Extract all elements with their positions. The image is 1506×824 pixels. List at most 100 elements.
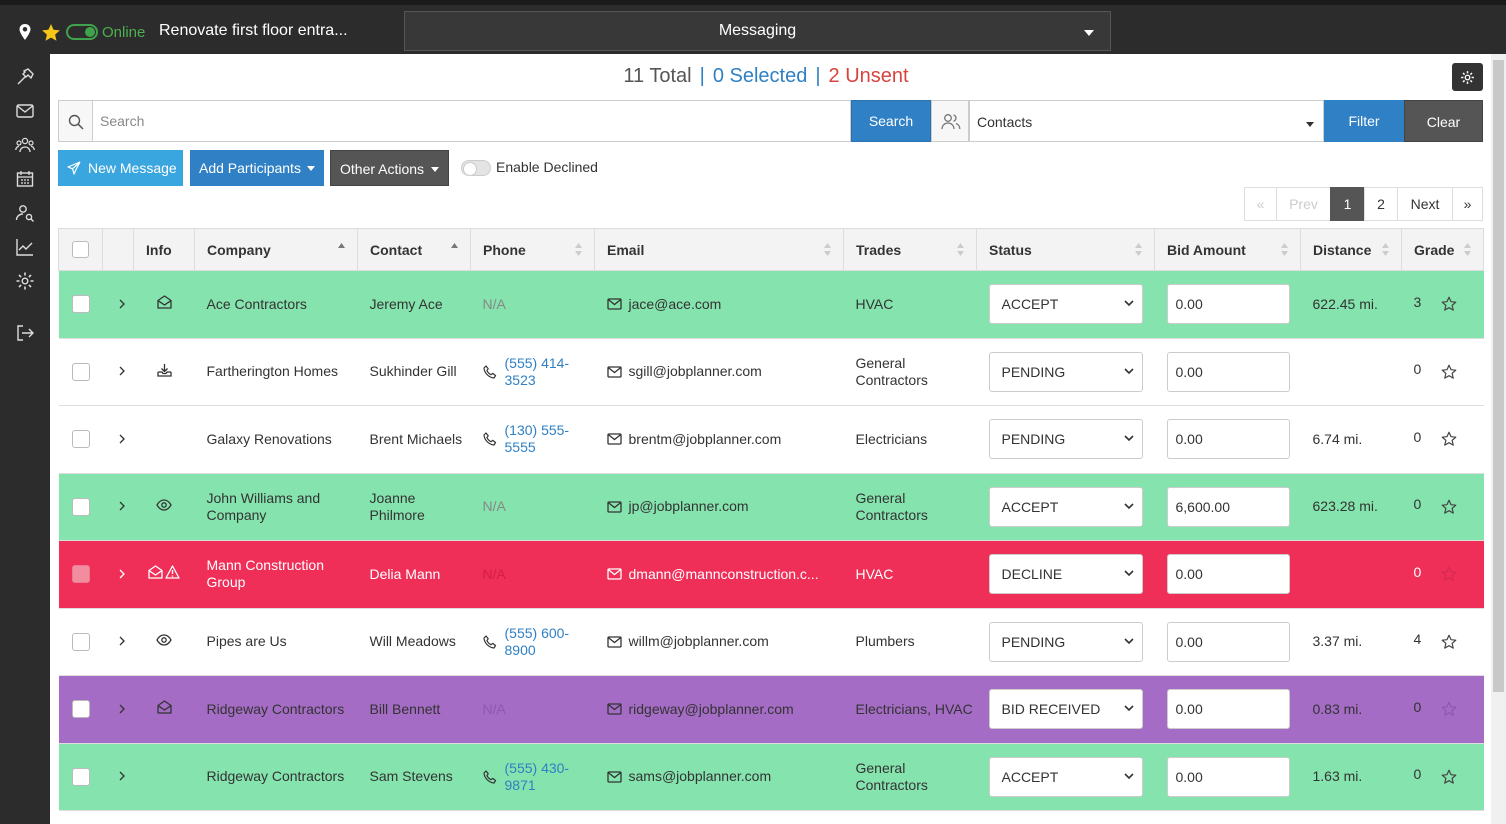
filter-button[interactable]: Filter (1324, 100, 1404, 142)
online-toggle[interactable] (66, 24, 98, 40)
status-select[interactable]: ACCEPT (988, 284, 1143, 325)
map-pin-icon[interactable] (18, 24, 32, 40)
phone-link[interactable]: (555) 414-3523 (482, 355, 595, 389)
star-icon[interactable] (1441, 634, 1457, 650)
status-select[interactable]: BID RECEIVED (988, 689, 1143, 730)
expand-row-button[interactable] (102, 338, 134, 406)
header-phone[interactable]: Phone (470, 228, 595, 271)
status-select[interactable]: PENDING (988, 351, 1143, 392)
clear-button[interactable]: Clear (1404, 100, 1483, 142)
star-icon[interactable] (1441, 499, 1457, 515)
first-page-button[interactable]: « (1244, 187, 1277, 221)
header-trades[interactable]: Trades (843, 228, 977, 271)
bid-amount-input[interactable]: 0.00 (1166, 419, 1290, 460)
email-link[interactable]: sams@jobplanner.com (606, 768, 844, 785)
page-2-button[interactable]: 2 (1364, 187, 1398, 221)
header-status[interactable]: Status (976, 228, 1155, 271)
select-all-checkbox[interactable] (72, 241, 89, 259)
project-title[interactable]: Renovate first floor entra... (159, 22, 348, 40)
bid-amount-input[interactable]: 0.00 (1166, 554, 1290, 595)
expand-row-button[interactable] (102, 675, 134, 744)
bid-amount-input[interactable]: 0.00 (1166, 351, 1290, 392)
row-checkbox[interactable] (71, 295, 90, 314)
last-page-button[interactable]: » (1452, 187, 1483, 221)
header-email[interactable]: Email (594, 228, 844, 271)
hammer-icon[interactable] (15, 67, 35, 87)
row-checkbox[interactable] (71, 430, 90, 449)
status-select[interactable]: PENDING (988, 419, 1143, 460)
expand-row-button[interactable] (102, 540, 134, 609)
email-link[interactable]: ridgeway@jobplanner.com (606, 701, 844, 718)
enable-declined-toggle[interactable] (461, 160, 491, 176)
header-company[interactable]: Company (194, 228, 358, 271)
email-link[interactable]: sgill@jobplanner.com (606, 363, 844, 380)
phone-link[interactable]: (130) 555-5555 (482, 422, 595, 456)
bid-amount-input[interactable]: 6,600.00 (1166, 486, 1290, 527)
star-icon[interactable] (1441, 566, 1457, 582)
add-participants-button[interactable]: Add Participants (190, 150, 324, 186)
status-select[interactable]: PENDING (988, 621, 1143, 662)
expand-row-button[interactable] (102, 473, 134, 541)
status-select[interactable]: DECLINE (988, 554, 1143, 595)
status-select[interactable]: ACCEPT (988, 756, 1143, 797)
row-checkbox[interactable] (71, 700, 90, 719)
calendar-icon[interactable] (15, 169, 35, 189)
row-checkbox[interactable] (71, 565, 90, 584)
bid-amount-input[interactable]: 0.00 (1166, 621, 1290, 662)
scrollbar-thumb[interactable] (1493, 60, 1504, 692)
expand-row-button[interactable] (102, 405, 134, 474)
expand-row-button[interactable] (102, 270, 134, 339)
favorite-star-icon[interactable] (41, 23, 61, 43)
table-row[interactable]: Galaxy Renovations Brent Michaels (130) 55… (58, 405, 1484, 474)
gear-icon[interactable] (15, 271, 35, 291)
email-link[interactable]: willm@jobplanner.com (606, 633, 844, 650)
header-grade[interactable]: Grade (1401, 228, 1484, 271)
user-search-icon[interactable] (15, 203, 35, 223)
next-page-button[interactable]: Next (1397, 187, 1453, 221)
table-row[interactable]: Pipes are Us Will Meadows (555) 600-8900 wi… (58, 608, 1484, 676)
filter-select[interactable]: Contacts (969, 100, 1324, 142)
new-message-button[interactable]: New Message (58, 150, 183, 186)
module-dropdown[interactable]: Messaging (404, 11, 1111, 51)
envelope-icon[interactable] (15, 101, 35, 121)
status-select[interactable]: ACCEPT (988, 486, 1143, 527)
page-1-button[interactable]: 1 (1330, 187, 1365, 221)
header-distance[interactable]: Distance (1300, 228, 1402, 271)
settings-button[interactable] (1452, 63, 1483, 91)
table-row[interactable]: Mann Construction Group Delia Mann N/A dman… (58, 540, 1484, 609)
prev-page-button[interactable]: Prev (1276, 187, 1331, 221)
header-contact[interactable]: Contact (357, 228, 471, 271)
table-row[interactable]: Ridgeway Contractors Sam Stevens (555) 430… (58, 743, 1484, 811)
star-icon[interactable] (1441, 701, 1457, 717)
email-link[interactable]: jp@jobplanner.com (606, 498, 844, 515)
table-row[interactable]: Fartherington Homes Sukhinder Gill (555) 4… (58, 338, 1484, 406)
other-actions-button[interactable]: Other Actions (330, 150, 449, 186)
email-link[interactable]: brentm@jobplanner.com (606, 431, 844, 448)
table-row[interactable]: John Williams and Company Joanne Philmore… (58, 473, 1484, 541)
search-button[interactable]: Search (851, 100, 931, 142)
row-checkbox[interactable] (71, 632, 90, 651)
users-icon[interactable] (15, 135, 35, 155)
star-icon[interactable] (1441, 431, 1457, 447)
expand-row-button[interactable] (102, 608, 134, 676)
sign-out-icon[interactable] (15, 323, 35, 343)
search-input[interactable] (92, 100, 851, 142)
email-link[interactable]: jace@ace.com (606, 296, 844, 313)
star-icon[interactable] (1441, 364, 1457, 380)
header-bid-amount[interactable]: Bid Amount (1154, 228, 1301, 271)
table-row[interactable]: Ridgeway Contractors Bill Bennett N/A ridge… (58, 675, 1484, 744)
row-checkbox[interactable] (71, 362, 90, 381)
phone-link[interactable]: (555) 600-8900 (482, 625, 595, 659)
row-checkbox[interactable] (71, 767, 90, 786)
bid-amount-input[interactable]: 0.00 (1166, 689, 1290, 730)
bid-amount-input[interactable]: 0.00 (1166, 284, 1290, 325)
phone-link[interactable]: (555) 430-9871 (482, 760, 595, 794)
page-scrollbar[interactable] (1491, 54, 1506, 824)
star-icon[interactable] (1441, 769, 1457, 785)
chart-icon[interactable] (15, 237, 35, 257)
expand-row-button[interactable] (102, 743, 134, 811)
row-checkbox[interactable] (71, 497, 90, 516)
email-link[interactable]: dmann@mannconstruction.c... (606, 566, 844, 583)
bid-amount-input[interactable]: 0.00 (1166, 756, 1290, 797)
table-row[interactable]: Ace Contractors Jeremy Ace N/A jace@ace.com… (58, 270, 1484, 339)
